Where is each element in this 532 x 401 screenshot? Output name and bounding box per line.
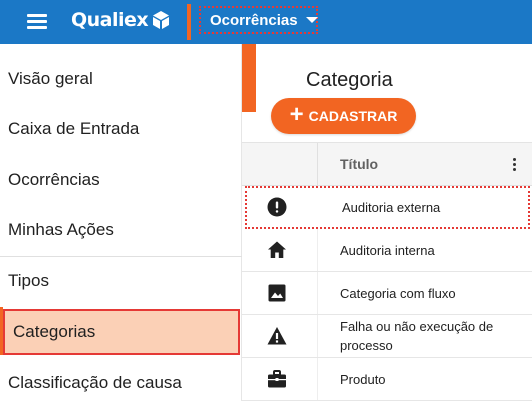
sidebar-item-visao-geral[interactable]: Visão geral	[0, 54, 242, 104]
menu-icon[interactable]	[27, 12, 47, 30]
plus-icon: +	[289, 100, 304, 128]
row-title-line1: Falha ou não execução de	[340, 319, 494, 334]
main-content: Categoria + CADASTRAR Título Auditoria e…	[242, 44, 532, 401]
sidebar-item-categorias[interactable]: Categorias	[3, 309, 240, 355]
row-title: Produto	[340, 372, 386, 387]
row-title: Auditoria externa	[342, 200, 441, 215]
sidebar-item-minhas-acoes[interactable]: Minhas Ações	[0, 205, 242, 255]
home-icon	[268, 241, 286, 258]
row-title-line2: processo	[340, 338, 393, 353]
warning-icon	[267, 327, 287, 345]
table-header: Título	[242, 142, 532, 187]
brand-name: Qualiex	[71, 9, 149, 31]
sidebar-nav: Visão geral Caixa de Entrada Ocorrências…	[0, 44, 242, 401]
top-app-bar: Qualiex Ocorrências	[0, 0, 532, 44]
module-label: Ocorrências	[210, 11, 298, 29]
briefcase-icon	[268, 370, 286, 388]
row-title: Categoria com fluxo	[340, 286, 456, 301]
column-header-titulo[interactable]: Título	[340, 156, 378, 172]
image-icon	[268, 284, 286, 302]
brand-logo[interactable]: Qualiex	[71, 6, 171, 34]
sidebar-item-classificacao-de-causa[interactable]: Classificação de causa	[0, 358, 242, 401]
cadastrar-label: CADASTRAR	[308, 108, 398, 124]
cadastrar-button[interactable]: + CADASTRAR	[271, 98, 416, 134]
table-row[interactable]: Auditoria externa	[245, 186, 530, 229]
more-vert-icon[interactable]	[510, 157, 518, 173]
alert-circle-icon	[267, 197, 287, 217]
module-selector[interactable]: Ocorrências	[199, 6, 318, 34]
table-row[interactable]: Falha ou não execução de processo	[242, 315, 532, 358]
table-row[interactable]: Produto	[242, 358, 532, 401]
title-accent-bar	[242, 44, 256, 112]
row-title: Auditoria interna	[340, 243, 435, 258]
cube-logo-icon	[153, 11, 170, 29]
column-divider	[317, 143, 318, 187]
sidebar-item-tipos[interactable]: Tipos	[0, 256, 242, 306]
sidebar-item-caixa-de-entrada[interactable]: Caixa de Entrada	[0, 104, 242, 154]
sidebar-item-ocorrencias[interactable]: Ocorrências	[0, 155, 242, 205]
table-row[interactable]: Auditoria interna	[242, 229, 532, 272]
caret-down-icon	[305, 17, 318, 23]
header-divider	[187, 4, 191, 40]
page-title: Categoria	[306, 69, 393, 91]
table-row[interactable]: Categoria com fluxo	[242, 272, 532, 315]
